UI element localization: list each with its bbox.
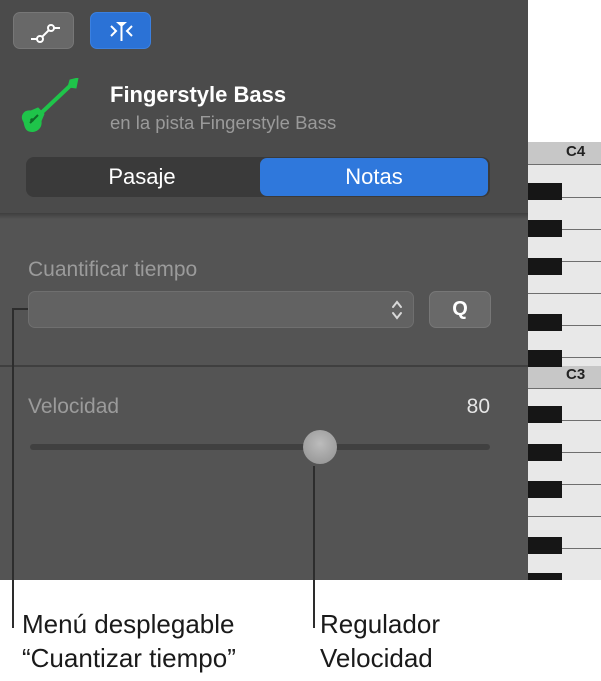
black-key[interactable]: [528, 258, 562, 275]
slider-callout-line1: Regulador: [320, 609, 440, 639]
key-divider: [528, 388, 601, 389]
bass-guitar-icon: [21, 78, 79, 132]
quantize-q-button[interactable]: Q: [429, 291, 491, 328]
track-name: Fingerstyle Bass: [110, 82, 287, 107]
black-key[interactable]: [528, 220, 562, 237]
tab-notes[interactable]: Notas: [260, 158, 488, 196]
slider-callout-line2: Velocidad: [320, 643, 433, 673]
section-divider: [0, 365, 528, 367]
velocity-value: 80: [466, 395, 490, 418]
popup-callout-tick: [12, 308, 28, 310]
velocity-slider-thumb[interactable]: [302, 430, 337, 464]
black-key[interactable]: [528, 481, 562, 498]
playhead-ruler-icon: [110, 22, 133, 41]
black-key[interactable]: [528, 183, 562, 200]
octave-label-c4: C4: [566, 143, 586, 160]
key-divider: [528, 293, 601, 294]
quantize-popup-menu[interactable]: [28, 291, 414, 328]
octave-label-c3: C3: [566, 366, 586, 383]
quantize-label: Cuantificar tiempo: [28, 258, 198, 281]
black-key[interactable]: [528, 350, 562, 367]
black-key[interactable]: [528, 537, 562, 554]
black-key[interactable]: [528, 406, 562, 423]
black-key[interactable]: [528, 444, 562, 461]
popup-callout-line1: Menú desplegable: [22, 609, 235, 639]
popup-callout-text: Menú desplegable “Cuantizar tiempo”: [22, 607, 236, 675]
key-divider: [528, 164, 601, 165]
automation-curve-button[interactable]: [13, 12, 74, 49]
playhead-ruler-button[interactable]: [90, 12, 151, 49]
velocity-slider-track[interactable]: [30, 444, 490, 450]
popup-callout-line: [12, 308, 14, 628]
black-key[interactable]: [528, 314, 562, 331]
popup-callout-line2: “Cuantizar tiempo”: [22, 643, 236, 673]
automation-curve-icon: [31, 24, 60, 43]
velocity-label: Velocidad: [28, 395, 120, 418]
slider-callout-text: Regulador Velocidad: [320, 607, 440, 675]
segmented-control: Pasaje Notas: [26, 157, 490, 197]
c3-key-highlight: [528, 366, 601, 388]
header-shadow: [0, 213, 528, 219]
track-subtitle: en la pista Fingerstyle Bass: [110, 112, 337, 133]
up-down-chevron-icon: [392, 300, 402, 320]
tab-passage[interactable]: Pasaje: [26, 157, 258, 197]
note-editor-inspector: Fingerstyle Bass en la pista Fingerstyle…: [0, 0, 528, 580]
key-divider: [528, 516, 601, 517]
black-key[interactable]: [528, 573, 562, 580]
c4-key-highlight: [528, 142, 601, 164]
slider-callout-line: [313, 466, 315, 628]
piano-keyboard[interactable]: C4 C3: [528, 142, 601, 580]
